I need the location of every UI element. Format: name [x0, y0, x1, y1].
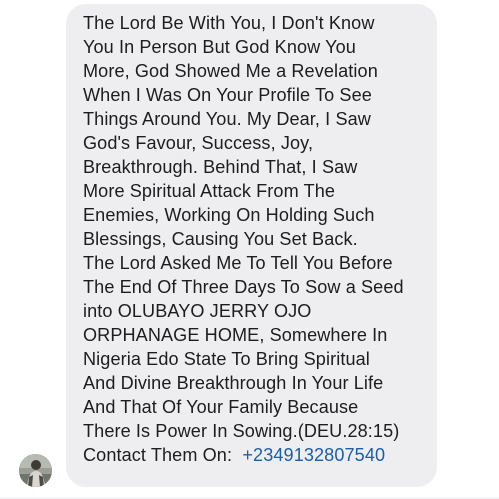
contact-label: Contact Them On:: [83, 445, 233, 465]
message-line: ORPHANAGE HOME, Somewhere In: [83, 325, 388, 345]
message-line: You In Person But God Know You: [83, 37, 356, 57]
message-line: Nigeria Edo State To Bring Spiritual: [83, 349, 370, 369]
message-line: God's Favour, Success, Joy,: [83, 133, 314, 153]
message-line: When I Was On Your Profile To See: [83, 85, 372, 105]
phone-number-link[interactable]: +2349132807540: [242, 445, 385, 465]
message-line: Blessings, Causing You Set Back.: [83, 229, 358, 249]
message-line: There Is Power In Sowing.(DEU.28:15): [83, 421, 400, 441]
message-line: The Lord Asked Me To Tell You Before: [83, 253, 393, 273]
message-line: Enemies, Working On Holding Such: [83, 205, 375, 225]
message-bubble[interactable]: The Lord Be With You, I Don't Know You I…: [66, 4, 437, 487]
message-line: And That Of Your Family Because: [83, 397, 359, 417]
chat-screen: The Lord Be With You, I Don't Know You I…: [0, 0, 499, 499]
message-line: into OLUBAYO JERRY OJO: [83, 301, 312, 321]
message-line: Breakthrough. Behind That, I Saw: [83, 157, 358, 177]
message-line: The End Of Three Days To Sow a Seed: [83, 277, 404, 297]
message-line: The Lord Be With You, I Don't Know: [83, 13, 375, 33]
sender-avatar[interactable]: [19, 454, 52, 487]
message-line: And Divine Breakthrough In Your Life: [83, 373, 384, 393]
message-line: Things Around You. My Dear, I Saw: [83, 109, 371, 129]
message-line: More Spiritual Attack From The: [83, 181, 336, 201]
contact-line: Contact Them On: +2349132807540: [83, 443, 431, 467]
user-avatar-photo-icon: [19, 454, 52, 487]
message-line: More, God Showed Me a Revelation: [83, 61, 378, 81]
